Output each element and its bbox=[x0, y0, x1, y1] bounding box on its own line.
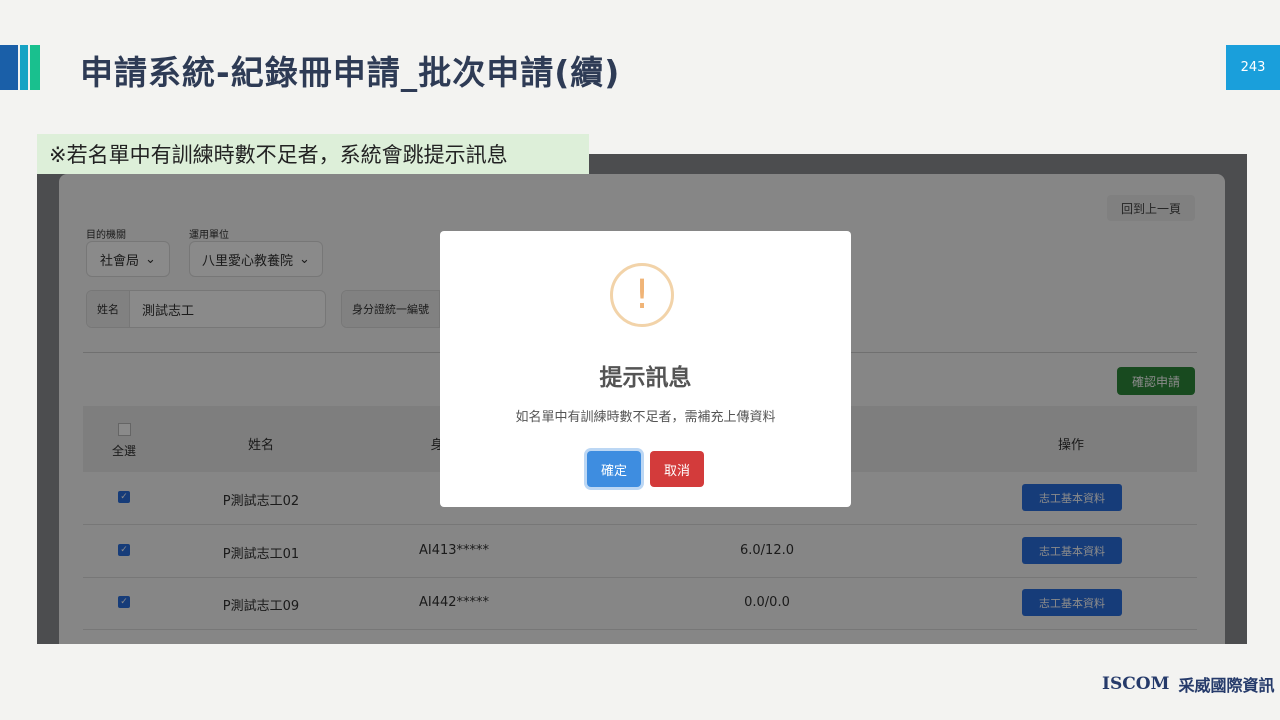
title-accent-bar bbox=[20, 45, 28, 90]
dialog-message: 如名單中有訓練時數不足者，需補充上傳資料 bbox=[515, 410, 776, 425]
title-accent-bar bbox=[30, 45, 40, 90]
logo-text-zh: 采威國際資訊 bbox=[1178, 676, 1275, 695]
logo-text-en: ISCOM bbox=[1102, 674, 1170, 694]
company-logo: ISCOM 采威國際資訊 bbox=[1102, 672, 1275, 696]
alert-dialog: ! 提示訊息 如名單中有訓練時數不足者，需補充上傳資料 確定 取消 bbox=[440, 231, 851, 507]
exclamation-icon: ! bbox=[610, 263, 674, 327]
page-number: 243 bbox=[1226, 45, 1280, 90]
slide-title: 申請系統-紀錄冊申請_批次申請(續) bbox=[80, 53, 621, 92]
ok-button[interactable]: 確定 bbox=[587, 451, 641, 487]
note-banner: ※若名單中有訓練時數不足者，系統會跳提示訊息 bbox=[37, 134, 589, 174]
dialog-title: 提示訊息 bbox=[599, 365, 692, 391]
title-accent-bar bbox=[0, 45, 18, 90]
cancel-button[interactable]: 取消 bbox=[650, 451, 704, 487]
